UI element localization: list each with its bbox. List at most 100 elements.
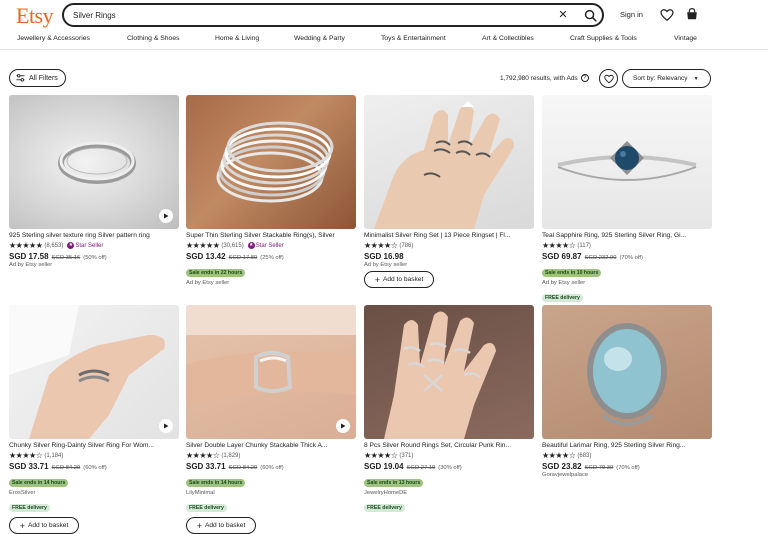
- play-video-button[interactable]: [159, 209, 173, 223]
- nav-wedding-party[interactable]: Wedding & Party: [294, 35, 345, 42]
- favorites-heart-icon[interactable]: [660, 8, 674, 22]
- listing-price: SGD 19.04: [364, 462, 404, 471]
- price-row: SGD 33.71 SGD 84.29 (60% off): [9, 462, 179, 471]
- search-button[interactable]: [578, 5, 602, 25]
- listing-card[interactable]: 8 Pcs Silver Round Rings Set, Circular P…: [364, 305, 534, 514]
- nav-home-living[interactable]: Home & Living: [215, 35, 259, 42]
- play-video-button[interactable]: [159, 419, 173, 433]
- star-seller-icon: ★: [247, 242, 255, 249]
- add-to-basket-button[interactable]: + Add to basket: [364, 271, 434, 288]
- sale-badge: Sale ends in 22 hours: [186, 269, 246, 277]
- add-to-basket-label: Add to basket: [27, 522, 69, 529]
- sort-dropdown[interactable]: Sort by: Relevancy ▼: [622, 69, 711, 88]
- free-delivery-badge: FREE delivery: [364, 504, 405, 512]
- listing-card[interactable]: Silver Double Layer Chunky Stackable Thi…: [186, 305, 356, 534]
- free-delivery-badge: FREE delivery: [9, 504, 50, 512]
- listing-price: SGD 17.58: [9, 252, 49, 261]
- listing-image[interactable]: [542, 95, 712, 229]
- listing-image[interactable]: [186, 95, 356, 229]
- listing-title[interactable]: Teal Sapphire Ring, 925 Sterling Silver …: [542, 232, 712, 239]
- star-rating-icon: ★★★★☆: [364, 450, 398, 460]
- hand-with-ring-image: [186, 305, 356, 405]
- clear-icon[interactable]: ✕: [555, 7, 571, 23]
- sale-badge: Sale ends in 10 hours: [542, 269, 602, 277]
- all-filters-button[interactable]: All Filters: [9, 69, 66, 87]
- review-count: (117): [577, 242, 591, 249]
- nav-art-collectibles[interactable]: Art & Collectibles: [482, 35, 534, 42]
- info-icon[interactable]: ?: [580, 74, 589, 82]
- listing-card[interactable]: Chunky Silver Ring-Dainty Silver Ring Fo…: [9, 305, 179, 534]
- listing-card[interactable]: Minimalist Silver Ring Set | 13 Piece Ri…: [364, 95, 534, 288]
- star-seller-label: Star Seller: [75, 242, 104, 249]
- listing-image[interactable]: [186, 305, 356, 439]
- price-row: SGD 23.82 SGD 79.39 (70% off): [542, 462, 712, 471]
- listing-title[interactable]: 925 Sterling silver texture ring Silver …: [9, 232, 179, 239]
- plus-icon: +: [196, 520, 202, 531]
- play-video-button[interactable]: [336, 419, 350, 433]
- listing-image[interactable]: [9, 95, 179, 229]
- listing-price: SGD 16.98: [364, 252, 404, 261]
- nav-jewellery-accessories[interactable]: Jewellery & Accessories: [17, 35, 90, 42]
- listing-title[interactable]: 8 Pcs Silver Round Rings Set, Circular P…: [364, 442, 534, 449]
- nav-craft-supplies-tools[interactable]: Craft Supplies & Tools: [570, 35, 637, 42]
- listing-title[interactable]: Beautiful Larimar Ring, 925 Sterling Sil…: [542, 442, 712, 449]
- star-rating-icon: ★★★★★: [9, 240, 43, 250]
- cart-icon[interactable]: [685, 7, 699, 21]
- nav-vintage[interactable]: Vintage: [674, 35, 697, 42]
- add-to-basket-button[interactable]: + Add to basket: [186, 517, 256, 534]
- search-input[interactable]: [73, 7, 543, 23]
- listing-image[interactable]: [542, 305, 712, 439]
- etsy-logo[interactable]: Etsy: [16, 3, 54, 29]
- original-price: SGD 27.19: [406, 465, 436, 471]
- original-price: SGD 79.39: [584, 465, 614, 471]
- listing-title[interactable]: Silver Double Layer Chunky Stackable Thi…: [186, 442, 356, 449]
- listing-title[interactable]: Minimalist Silver Ring Set | 13 Piece Ri…: [364, 232, 534, 239]
- seller-name[interactable]: LilyMinimal: [186, 490, 356, 496]
- discount-label: (70% off): [619, 255, 643, 261]
- play-icon: [164, 423, 169, 429]
- discount-label: (70% off): [616, 465, 640, 471]
- listing-price: SGD 13.42: [186, 252, 226, 261]
- listing-rating: ★★★★☆ (1,829): [186, 451, 356, 460]
- listing-card[interactable]: 925 Sterling silver texture ring Silver …: [9, 95, 179, 268]
- seller-name[interactable]: ErosSilver: [9, 490, 179, 496]
- review-count: (1,829): [221, 452, 241, 459]
- original-price: SGD 84.29: [228, 465, 258, 471]
- listing-image[interactable]: [9, 305, 179, 439]
- hand-with-rings-image: [384, 311, 496, 439]
- listing-card[interactable]: Super Thin Sterling Silver Stackable Rin…: [186, 95, 356, 286]
- add-to-basket-button[interactable]: + Add to basket: [9, 517, 79, 534]
- listing-rating: ★★★★☆ (786): [364, 241, 534, 250]
- plus-icon: +: [374, 274, 380, 285]
- seller-name[interactable]: JewelryHomeDE: [364, 490, 534, 496]
- nav-toys-entertainment[interactable]: Toys & Entertainment: [381, 35, 446, 42]
- listing-rating: ★★★★☆ (683): [542, 451, 712, 460]
- listing-card[interactable]: Teal Sapphire Ring, 925 Sterling Silver …: [542, 95, 712, 304]
- listing-image[interactable]: [364, 305, 534, 439]
- results-count: 1,792,980 results, with Ads ?: [500, 74, 589, 82]
- header: Etsy ✕ Sign in Jewellery & Accessories C…: [0, 0, 768, 50]
- listing-title[interactable]: Super Thin Sterling Silver Stackable Rin…: [186, 232, 356, 239]
- search-bar: ✕: [62, 3, 604, 27]
- listing-rating: ★★★★★ (30,615) ★ Star Seller: [186, 241, 356, 250]
- sign-in-link[interactable]: Sign in: [620, 10, 643, 19]
- original-price: SGD 232.90: [584, 255, 617, 261]
- listing-title[interactable]: Chunky Silver Ring-Dainty Silver Ring Fo…: [9, 442, 179, 449]
- sale-badge: Sale ends in 13 hours: [364, 479, 424, 487]
- seller-name[interactable]: Goravjewelpalace: [542, 472, 712, 478]
- sort-label: Sort by: Relevancy: [633, 75, 688, 82]
- seller-name: Ad by Etsy seller: [364, 262, 408, 268]
- caret-down-icon: ▼: [693, 75, 699, 82]
- listing-image[interactable]: [364, 95, 534, 229]
- ring-image: [58, 141, 136, 184]
- save-search-button[interactable]: [599, 69, 618, 88]
- star-rating-icon: ★★★★☆: [542, 450, 576, 460]
- original-price: SGD 35.16: [51, 255, 81, 261]
- listing-card[interactable]: Beautiful Larimar Ring, 925 Sterling Sil…: [542, 305, 712, 478]
- star-rating-icon: ★★★★☆: [364, 240, 398, 250]
- star-rating-icon: ★★★★☆: [9, 450, 43, 460]
- nav-clothing-shoes[interactable]: Clothing & Shoes: [127, 35, 180, 42]
- listing-price: SGD 23.82: [542, 462, 582, 471]
- add-to-basket-label: Add to basket: [382, 276, 424, 283]
- add-to-basket-label: Add to basket: [204, 522, 246, 529]
